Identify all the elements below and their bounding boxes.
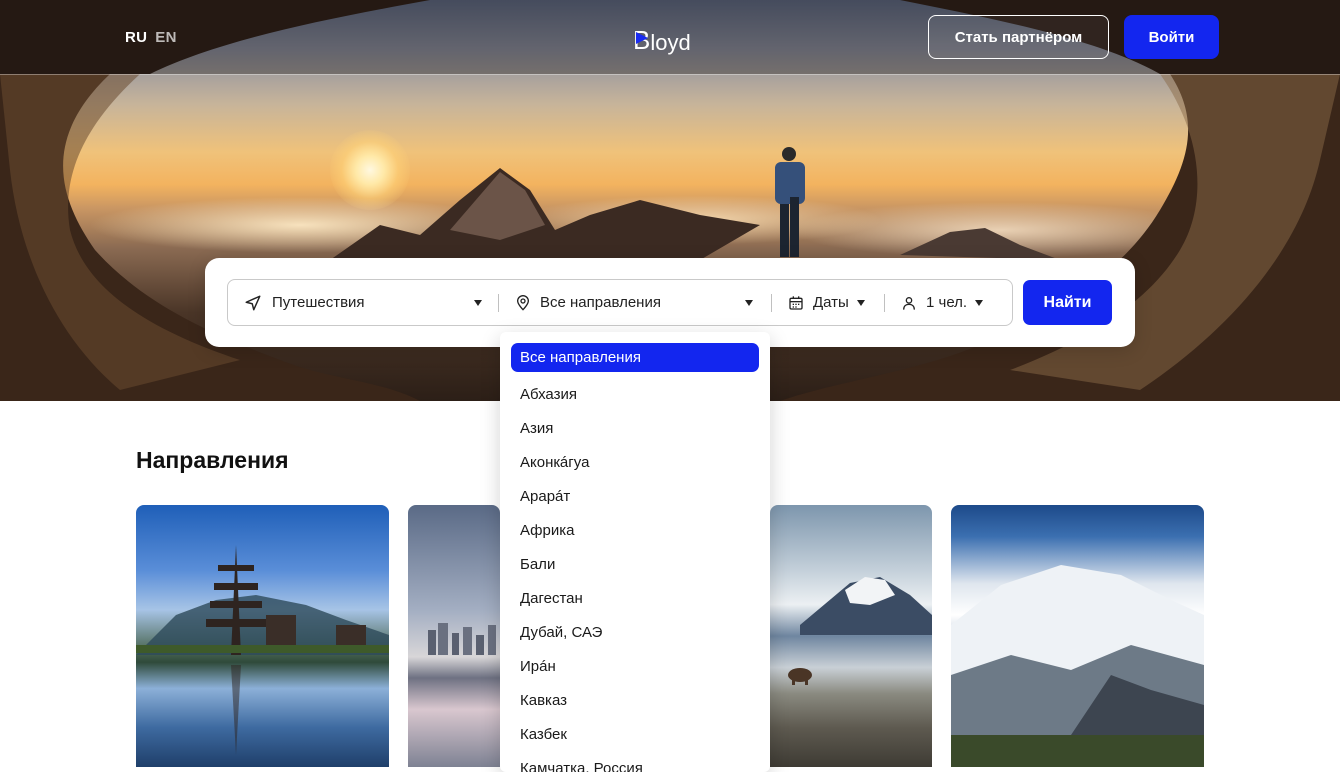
- navigation-arrow-icon: [245, 295, 261, 310]
- language-switcher: RU EN: [125, 29, 185, 46]
- dates-label: Даты: [813, 294, 849, 311]
- destination-card[interactable]: [408, 505, 500, 767]
- login-button[interactable]: Войти: [1124, 15, 1219, 59]
- lang-en[interactable]: EN: [155, 29, 176, 46]
- chevron-down-icon: [474, 300, 482, 306]
- travel-type-label: Путешествия: [272, 294, 365, 311]
- calendar-icon: [789, 295, 803, 310]
- dropdown-item[interactable]: Ирáн: [500, 649, 770, 683]
- dropdown-item[interactable]: Африка: [500, 513, 770, 547]
- card-image: [428, 623, 496, 655]
- chevron-down-icon: [745, 300, 753, 306]
- card-image: [136, 545, 389, 755]
- header-divider: [0, 74, 1340, 75]
- dropdown-item[interactable]: Абхазия: [500, 377, 770, 411]
- logo-flag-icon: [636, 32, 648, 44]
- section-title: Направления: [136, 447, 289, 473]
- logo-text: loyd: [650, 30, 691, 55]
- destination-select[interactable]: Все направления: [499, 280, 771, 325]
- card-image: [951, 565, 1204, 767]
- card-image: [788, 577, 932, 685]
- chevron-down-icon: [975, 299, 984, 306]
- search-box: Путешествия Все направления Даты 1 чел.: [227, 279, 1013, 326]
- people-label: 1 чел.: [926, 294, 968, 311]
- travel-type-select[interactable]: Путешествия: [228, 280, 498, 325]
- dropdown-item[interactable]: Кавказ: [500, 683, 770, 717]
- person-icon: [903, 296, 915, 310]
- destination-label: Все направления: [540, 294, 661, 311]
- dates-select[interactable]: Даты: [772, 280, 884, 325]
- dropdown-item[interactable]: Камчатка, Россия: [500, 751, 770, 772]
- location-pin-icon: [516, 294, 530, 311]
- dropdown-item[interactable]: Азия: [500, 411, 770, 445]
- dropdown-item[interactable]: Аконкáгуа: [500, 445, 770, 479]
- chevron-down-icon: [856, 299, 865, 306]
- dropdown-item-all[interactable]: Все направления: [511, 343, 759, 372]
- dropdown-item[interactable]: Казбек: [500, 717, 770, 751]
- become-partner-button[interactable]: Стать партнёром: [928, 15, 1109, 59]
- destination-card[interactable]: [136, 505, 389, 767]
- people-select[interactable]: 1 чел.: [885, 280, 1005, 325]
- destination-card[interactable]: [770, 505, 932, 767]
- dropdown-item[interactable]: Дагестан: [500, 581, 770, 615]
- destination-dropdown: Все направления Абхазия Азия Аконкáгуа А…: [500, 332, 770, 772]
- dropdown-item[interactable]: Арарáт: [500, 479, 770, 513]
- find-button[interactable]: Найти: [1023, 280, 1112, 325]
- dropdown-item[interactable]: Бали: [500, 547, 770, 581]
- logo[interactable]: B loyd: [633, 20, 691, 60]
- lang-ru[interactable]: RU: [125, 29, 147, 46]
- destination-card[interactable]: [951, 505, 1204, 767]
- dropdown-item[interactable]: Дубай, САЭ: [500, 615, 770, 649]
